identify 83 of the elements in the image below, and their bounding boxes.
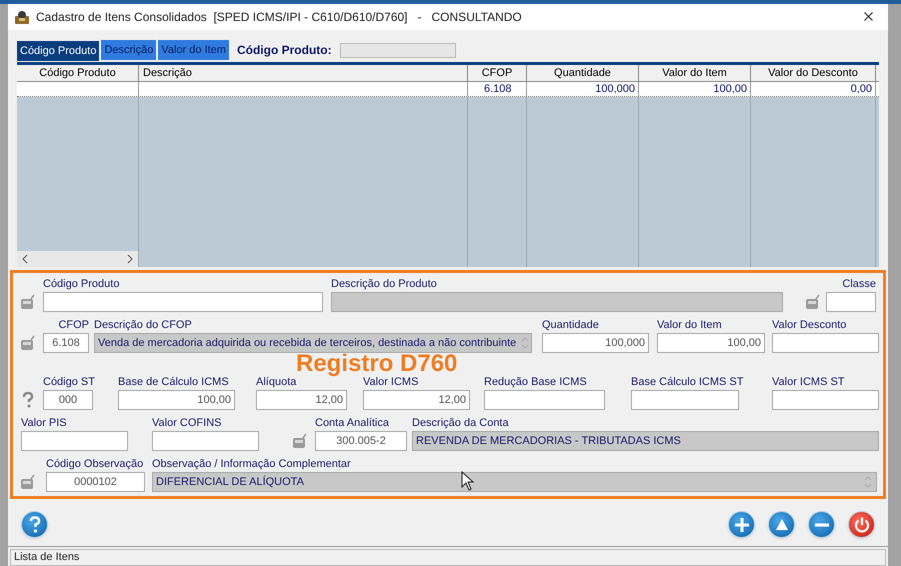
horizontal-scrollbar[interactable] — [17, 251, 138, 267]
input-field[interactable]: 100,00 — [118, 390, 235, 410]
field-label: Valor do Item — [657, 318, 722, 332]
input-field[interactable]: DIFERENCIAL DE ALÍQUOTA — [152, 472, 877, 492]
field-label: Descrição do Produto — [331, 277, 437, 291]
table-cell: 100,000 — [527, 82, 639, 96]
add-button[interactable] — [728, 511, 755, 538]
lookup-icon[interactable] — [805, 294, 821, 310]
lookup-icon[interactable] — [292, 433, 308, 449]
input-field[interactable]: 100,00 — [657, 333, 765, 353]
table-cell: 6.108 — [468, 82, 527, 96]
question-mark-icon — [28, 516, 40, 534]
input-field[interactable]: 0000102 — [46, 472, 145, 492]
field-label: Código Produto — [43, 277, 120, 291]
field-label: Base de Cálculo ICMS — [118, 375, 229, 389]
status-bar: Lista de Itens — [10, 548, 886, 566]
input-field[interactable] — [631, 390, 739, 410]
tab[interactable]: Descrição — [101, 40, 156, 60]
lookup-icon[interactable] — [20, 335, 36, 351]
window-title: Cadastro de Itens Consolidados [SPED ICMS/IPI - C610/D610/D760] - CONSULTANDO — [36, 8, 522, 26]
minus-icon — [814, 522, 830, 527]
input-field[interactable] — [484, 390, 605, 410]
input-field[interactable] — [152, 431, 259, 451]
triangle-up-icon — [774, 518, 788, 532]
input-field[interactable] — [21, 431, 128, 451]
search-label: Código Produto: — [236, 42, 332, 59]
field-label: CFOP — [58, 318, 89, 332]
scroll-arrows-icon[interactable] — [520, 336, 530, 350]
plus-icon — [734, 516, 750, 533]
field-label: Base Cálculo ICMS ST — [631, 375, 744, 389]
input-field[interactable]: 300.005-2 — [315, 431, 407, 451]
input-field[interactable] — [772, 390, 879, 410]
scroll-arrows-icon[interactable] — [863, 475, 873, 489]
input-field[interactable]: 000 — [43, 390, 93, 410]
column-header[interactable]: Valor do Desconto — [751, 64, 876, 81]
field-label: Descrição do CFOP — [94, 318, 192, 332]
column-header[interactable]: CFOP — [468, 64, 527, 81]
input-field[interactable] — [331, 292, 783, 312]
mouse-cursor-icon — [461, 471, 475, 491]
field-label: Valor Desconto — [772, 318, 846, 332]
field-label: Código Observação — [46, 457, 144, 471]
annotation-text: Registro D760 — [296, 353, 458, 375]
help-icon — [22, 392, 34, 408]
field-label: Alíquota — [256, 375, 296, 389]
input-field[interactable] — [826, 292, 876, 312]
tab[interactable]: Valor do Item — [158, 40, 229, 60]
column-header[interactable]: Valor do Item — [639, 64, 751, 81]
field-label: Observação / Informação Complementar — [152, 457, 351, 471]
input-field[interactable]: REVENDA DE MERCADORIAS - TRIBUTADAS ICMS — [412, 431, 879, 451]
input-field[interactable]: 6.108 — [43, 333, 89, 353]
table-cell: 100,00 — [639, 82, 751, 96]
input-field[interactable]: 100,000 — [542, 333, 649, 353]
input-field[interactable]: 12,00 — [256, 390, 347, 410]
lookup-icon[interactable] — [20, 294, 36, 310]
app-icon — [14, 10, 30, 24]
lookup-icon[interactable] — [20, 474, 36, 490]
power-button[interactable] — [848, 511, 875, 538]
power-icon — [854, 516, 870, 534]
field-label: Código ST — [43, 375, 95, 389]
field-label: Valor COFINS — [152, 416, 222, 430]
input-field[interactable] — [43, 292, 323, 312]
column-header[interactable]: Quantidade — [527, 64, 639, 81]
help-button[interactable] — [21, 511, 48, 538]
up-button[interactable] — [768, 511, 795, 538]
field-label: Valor ICMS ST — [772, 375, 845, 389]
column-header[interactable]: Código Produto — [17, 64, 139, 81]
field-label: Descrição da Conta — [412, 416, 509, 430]
tab[interactable]: Código Produto — [17, 40, 100, 61]
field-label: Conta Analítica — [315, 416, 389, 430]
scroll-left-icon[interactable] — [21, 254, 29, 264]
input-field[interactable] — [772, 333, 879, 353]
input-field[interactable]: 12,00 — [363, 390, 470, 410]
input-field[interactable]: Venda de mercadoria adquirida ou recebida de terceiros, destinada a não contribuinte — [94, 333, 532, 353]
field-label: Valor PIS — [21, 416, 67, 430]
column-header[interactable]: Descrição — [139, 64, 468, 81]
field-label: Classe — [842, 277, 876, 291]
table-cell: 0,00 — [751, 82, 876, 96]
field-label: Valor ICMS — [363, 376, 418, 389]
field-label: Redução Base ICMS — [484, 375, 587, 389]
field-label: Quantidade — [542, 318, 599, 332]
search-field[interactable] — [340, 42, 456, 58]
remove-button[interactable] — [808, 511, 835, 538]
scroll-right-icon[interactable] — [126, 254, 134, 264]
